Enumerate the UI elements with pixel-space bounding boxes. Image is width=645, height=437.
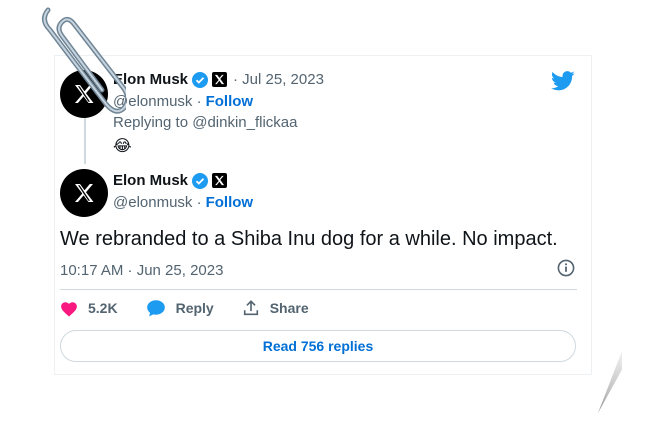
share-label: Share xyxy=(269,300,309,316)
reply-handle-row: @elonmusk · Follow xyxy=(113,93,253,110)
author-handle[interactable]: @elonmusk · xyxy=(113,194,202,211)
author-name[interactable]: Elon Musk xyxy=(113,172,188,189)
verified-badge-icon xyxy=(192,172,209,189)
paperclip-icon xyxy=(42,7,126,114)
avatar[interactable] xyxy=(60,169,108,217)
main-header: Elon Musk xyxy=(113,172,228,189)
x-logo-icon xyxy=(75,184,94,202)
follow-button[interactable]: Follow xyxy=(206,93,254,110)
thread-line xyxy=(84,118,86,164)
author-handle[interactable]: @elonmusk · xyxy=(113,93,202,110)
tweet-date[interactable]: · Jul 25, 2023 xyxy=(233,71,324,88)
speech-bubble-icon xyxy=(146,300,165,317)
share-arrow-icon xyxy=(243,300,258,316)
replying-to: Replying to @dinkin_flickaa xyxy=(113,114,298,131)
reply-label: Reply xyxy=(175,300,214,316)
read-replies-button[interactable]: Read 756 replies xyxy=(60,330,576,362)
tweet-text: We rebranded to a Shiba Inu dog for a wh… xyxy=(60,228,558,250)
info-icon[interactable] xyxy=(557,259,575,277)
x-badge-icon xyxy=(212,72,228,87)
reply-header: Elon Musk · Jul 25, 2023 xyxy=(113,71,324,88)
tweet-actions: 5.2K Reply Share xyxy=(60,299,337,317)
share-button[interactable]: Share xyxy=(242,299,309,317)
like-button[interactable]: 5.2K xyxy=(60,300,118,317)
divider xyxy=(60,289,577,290)
like-count: 5.2K xyxy=(88,300,118,316)
twitter-bird-icon[interactable] xyxy=(551,71,575,91)
tweet-embed: Elon Musk · Jul 25, 2023 @elonmusk · Fol… xyxy=(54,55,592,375)
reply-button[interactable]: Reply xyxy=(146,299,214,317)
follow-button[interactable]: Follow xyxy=(206,194,254,211)
verified-badge-icon xyxy=(192,71,209,88)
tweet-timestamp[interactable]: 10:17 AM · Jun 25, 2023 xyxy=(60,262,223,279)
heart-icon xyxy=(61,301,77,316)
main-handle-row: @elonmusk · Follow xyxy=(113,194,253,211)
reply-text: 😂 xyxy=(113,138,132,155)
x-badge-icon xyxy=(212,173,228,188)
